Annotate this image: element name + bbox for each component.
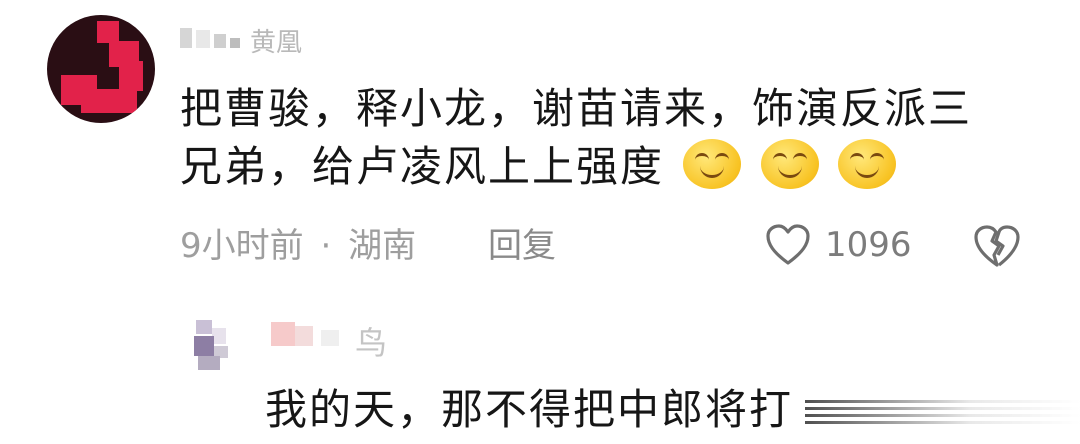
blurred-avatar-pixel <box>194 336 214 356</box>
reply-body: 我的天，那不得把中郎将打 <box>265 385 794 434</box>
smirk-emoji-icon <box>760 139 819 189</box>
comment-body: 把曹骏，释小龙，谢苗请来，饰演反派三兄弟，给卢凌风上上强度 <box>180 80 1010 196</box>
blurred-name-pixel <box>180 28 192 48</box>
blurred-name-pixel <box>230 38 240 48</box>
blurred-name-pixel <box>321 330 339 346</box>
heart-icon <box>766 224 810 265</box>
comment-location: 湖南 <box>348 226 417 266</box>
comment-meta: 9小时前 · 湖南 <box>180 218 416 267</box>
broken-heart-icon <box>974 225 1020 267</box>
blurred-avatar-pixel <box>212 328 226 344</box>
smirk-emoji-icon <box>838 139 897 189</box>
meta-separator: · <box>320 226 332 266</box>
smirk-emoji-icon <box>683 139 742 189</box>
text-fade-overlay <box>805 400 1080 428</box>
username-visible-text: 黄凰 <box>250 28 303 58</box>
replier-visible-text: 鸟 <box>355 324 388 362</box>
blurred-name-pixel <box>196 30 210 48</box>
blurred-name-pixel <box>295 326 313 346</box>
blurred-avatar-pixel <box>196 320 212 334</box>
emoji-group <box>679 139 897 191</box>
blurred-name-pixel <box>214 34 226 48</box>
blurred-avatar-pixel <box>198 356 220 370</box>
commenter-avatar[interactable] <box>47 15 155 123</box>
replier-avatar[interactable] <box>188 320 236 372</box>
like-count: 1096 <box>825 225 912 265</box>
like-button[interactable]: 1096 <box>765 222 912 268</box>
blurred-name-pixel <box>271 322 295 346</box>
comment-time: 9小时前 <box>180 226 304 266</box>
reply-button[interactable]: 回复 <box>488 218 556 267</box>
dislike-button[interactable] <box>972 224 1022 272</box>
